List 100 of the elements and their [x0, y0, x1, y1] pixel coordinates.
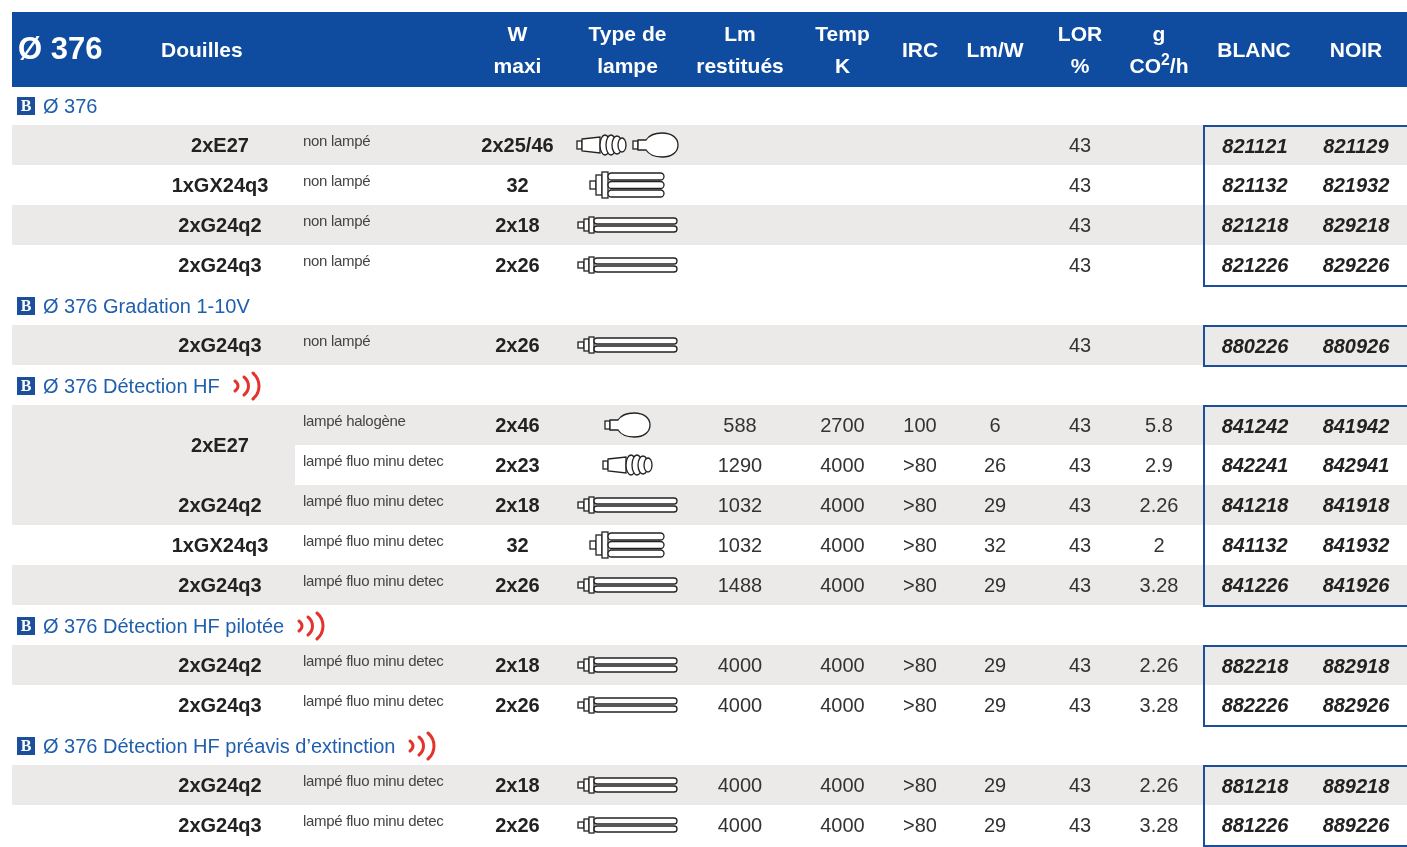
product-code: 829226 [1322, 253, 1390, 278]
co2-text: 3.28 [1139, 573, 1179, 598]
temperature-text: 4000 [820, 573, 865, 598]
light-bulb-icon [603, 412, 652, 438]
column-header: IRC [901, 36, 939, 63]
lumens-text: 4000 [717, 653, 763, 678]
temperature-text: 2700 [820, 413, 865, 438]
lumens-text: 1290 [717, 453, 763, 478]
product-code: 821132 [1222, 173, 1288, 198]
wattage-text: 2x18 [495, 773, 540, 798]
lor-text: 43 [1068, 693, 1092, 718]
lor-text: 43 [1068, 453, 1092, 478]
product-code: 889226 [1322, 813, 1390, 838]
product-code: 821218 [1221, 213, 1289, 238]
efficacy-text: 26 [983, 453, 1007, 478]
temperature-text: 4000 [820, 653, 865, 678]
wattage-text: 32 [506, 173, 529, 198]
product-code: 821226 [1221, 253, 1289, 278]
lor-text: 43 [1068, 813, 1092, 838]
co2-text: 2.9 [1145, 453, 1173, 478]
irc-text: >80 [903, 533, 937, 558]
co2-text: 2.26 [1139, 493, 1179, 518]
column-header: LOR % [1057, 20, 1103, 79]
wattage-text: 2x23 [495, 453, 540, 478]
product-code: 841926 [1322, 573, 1390, 598]
wattage-text: 2x18 [495, 213, 540, 238]
lumens-text: 588 [723, 413, 757, 438]
product-code: 821932 [1322, 173, 1390, 198]
co2-text: 2.26 [1139, 653, 1179, 678]
product-code: 821129 [1323, 134, 1389, 159]
column-header: Douilles [161, 36, 243, 63]
twin-tube-lamp-icon [576, 216, 679, 234]
twin-tube-lamp-icon [576, 656, 679, 674]
socket-text: 2xE27 [191, 133, 249, 158]
twin-tube-lamp-icon [576, 696, 679, 714]
product-code: 841932 [1322, 533, 1390, 558]
product-code: 841918 [1322, 493, 1390, 518]
section-badge: B [17, 297, 35, 315]
temperature-text: 4000 [820, 773, 865, 798]
spiral-bulb-icon [601, 452, 654, 478]
column-header: Lm restitués [696, 20, 784, 79]
lor-text: 43 [1068, 213, 1092, 238]
spiral-bulb-icon [575, 132, 628, 158]
description-text: lampé fluo minu detec [303, 690, 444, 711]
lor-text: 43 [1068, 133, 1092, 158]
wattage-text: 2x26 [495, 253, 540, 278]
description-text: lampé fluo minu detec [303, 650, 444, 671]
column-header: g CO$^{2}$/h [1129, 20, 1189, 79]
section-badge: B [17, 97, 35, 115]
lumens-text: 4000 [717, 813, 763, 838]
irc-text: >80 [903, 813, 937, 838]
wattage-text: 2x46 [495, 413, 540, 438]
twin-tube-lamp-icon [576, 776, 679, 794]
lor-text: 43 [1068, 413, 1092, 438]
product-code: 882226 [1221, 693, 1289, 718]
lor-text: 43 [1068, 253, 1092, 278]
lumens-text: 4000 [717, 693, 763, 718]
irc-text: >80 [903, 453, 937, 478]
product-code: 841226 [1221, 573, 1289, 598]
description-text: non lampé [303, 210, 371, 231]
co2-text: 3.28 [1139, 813, 1179, 838]
socket-text: 2xG24q3 [178, 253, 262, 278]
co2-text: 2.26 [1139, 773, 1179, 798]
lor-text: 43 [1068, 773, 1092, 798]
wattage-text: 2x26 [495, 333, 540, 358]
irc-text: >80 [903, 493, 937, 518]
irc-text: 100 [903, 413, 937, 438]
product-code: 841132 [1222, 533, 1288, 558]
socket-text: 2xG24q2 [178, 213, 262, 238]
description-text: lampé fluo minu detec [303, 450, 444, 471]
column-header: BLANC [1217, 36, 1291, 63]
section-title: Ø 376 [43, 94, 98, 119]
product-code: 842241 [1221, 453, 1289, 478]
header-title: Ø 376 [18, 30, 103, 69]
socket-text: 2xE27 [191, 433, 249, 458]
light-bulb-icon [631, 132, 680, 158]
product-code: 842941 [1322, 453, 1390, 478]
column-header: Type de lampe [588, 20, 667, 79]
socket-text: 2xG24q2 [178, 773, 262, 798]
socket-text: 1xGX24q3 [171, 173, 269, 198]
wattage-text: 2x26 [495, 573, 540, 598]
irc-text: >80 [903, 653, 937, 678]
efficacy-text: 29 [983, 573, 1007, 598]
wattage-text: 2x18 [495, 493, 540, 518]
product-code: 882926 [1322, 693, 1390, 718]
co2-text: 5.8 [1145, 413, 1173, 438]
socket-text: 2xG24q3 [178, 573, 262, 598]
quad-tube-lamp-icon [588, 171, 667, 199]
product-code: 829218 [1322, 213, 1390, 238]
wattage-text: 2x25/46 [481, 133, 554, 158]
quad-tube-lamp-icon [588, 531, 667, 559]
section-title: Ø 376 Gradation 1-10V [43, 294, 250, 319]
temperature-text: 4000 [820, 813, 865, 838]
lumens-text: 4000 [717, 773, 763, 798]
section-badge: B [17, 617, 35, 635]
description-text: lampé halogène [303, 410, 406, 431]
description-text: non lampé [303, 170, 371, 191]
temperature-text: 4000 [820, 453, 865, 478]
description-text: lampé fluo minu detec [303, 770, 444, 791]
description-text: non lampé [303, 250, 371, 271]
